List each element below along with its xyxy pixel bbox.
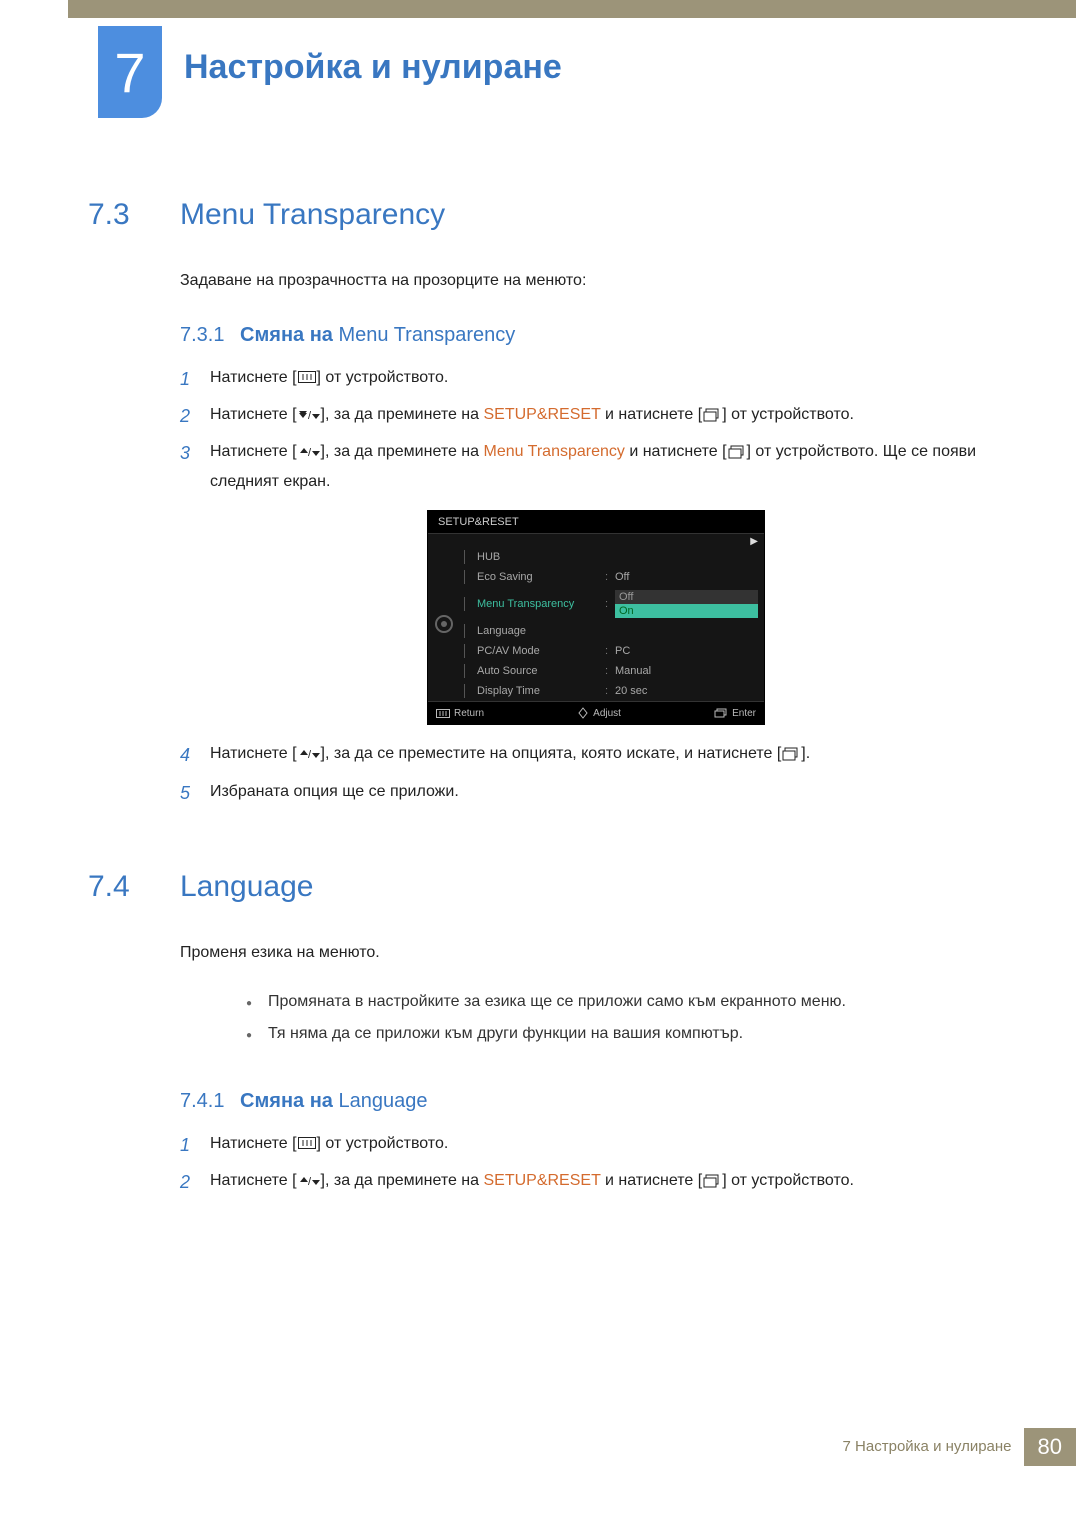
steps-7-4-1: 1 Натиснете [] от устройството. 2 Натисн… <box>180 1129 1012 1200</box>
step-text: Натиснете [/], за да преминете на SETUP&… <box>210 1166 854 1196</box>
enter-icon <box>703 408 721 422</box>
section-intro: Променя езика на менюто. <box>180 940 1012 966</box>
osd-row: PC/AV Mode:PC <box>460 641 758 661</box>
section-intro: Задаване на прозрачността на прозорците … <box>180 268 1012 294</box>
updown-icon: / <box>298 1175 320 1187</box>
menu-icon <box>298 1137 316 1149</box>
updown-icon: / <box>298 748 320 760</box>
chapter-title: Настройка и нулиране <box>184 48 562 87</box>
updown-icon: / <box>298 446 320 458</box>
note-item: ●Тя няма да се приложи към други функции… <box>246 1018 1012 1050</box>
section-title: Menu Transparency <box>180 198 445 232</box>
steps-7-3-1: 1 Натиснете [] от устройството. 2 Натисн… <box>180 363 1012 810</box>
menu-icon <box>298 371 316 383</box>
step-number: 2 <box>180 400 210 433</box>
subsection-reg: Menu Transparency <box>338 324 515 346</box>
step-2: 2 Натиснете [/], за да преминете на SETU… <box>180 1166 1012 1199</box>
osd-row: Eco Saving:Off <box>460 567 758 587</box>
osd-row: HUB <box>460 547 758 567</box>
step-4: 4 Натиснете [/], за да се преместите на … <box>180 739 1012 772</box>
page: 7 Настройка и нулиране 7.3 Menu Transpar… <box>0 26 1080 1466</box>
osd-row: Auto Source:Manual <box>460 661 758 681</box>
svg-text:/: / <box>308 447 312 458</box>
step-1: 1 Натиснете [] от устройството. <box>180 363 1012 396</box>
step-2: 2 Натиснете [/], за да преминете на SETU… <box>180 400 1012 433</box>
osd-row: Menu Transparency:OffOn <box>460 587 758 621</box>
section-title: Language <box>180 870 313 904</box>
svg-text:/: / <box>308 410 312 421</box>
osd-screenshot: SETUP&RESET ▶ HUBEco Saving:OffMenu Tran… <box>427 510 765 725</box>
subsection-number: 7.3.1 <box>180 324 224 346</box>
step-text: Натиснете [] от устройството. <box>210 1129 448 1159</box>
top-stripe <box>68 0 1076 18</box>
notes-list: ●Промяната в настройките за езика ще се … <box>246 986 1012 1050</box>
step-number: 5 <box>180 777 210 810</box>
subsection-number: 7.4.1 <box>180 1090 224 1112</box>
subsection-bold: Смяна на <box>240 1090 338 1112</box>
chapter-badge: 7 <box>98 26 162 118</box>
step-5: 5 Избраната опция ще се приложи. <box>180 777 1012 810</box>
section-7-3: 7.3 Menu Transparency <box>88 198 1012 232</box>
chapter-header: 7 Настройка и нулиране <box>88 26 1012 118</box>
step-text: Натиснете [/], за да се преместите на оп… <box>210 739 810 769</box>
footer-chapter: 7 Настройка и нулиране <box>831 1428 1024 1466</box>
osd-adjust: Adjust <box>577 707 621 719</box>
osd-scroll-arrow: ▶ <box>428 534 764 547</box>
svg-text:/: / <box>308 749 312 760</box>
footer-page-number: 80 <box>1024 1428 1076 1466</box>
step-number: 4 <box>180 739 210 772</box>
osd-footer: Return Adjust Enter <box>428 701 764 724</box>
section-number: 7.4 <box>88 870 180 904</box>
subsection-7-3-1: 7.3.1 Смяна на Menu Transparency <box>180 324 1012 347</box>
updown-icon: / <box>298 409 320 421</box>
osd-gear-icon <box>428 547 460 701</box>
step-text: Натиснете [/], за да преминете на Menu T… <box>210 437 1012 496</box>
osd-row: Display Time:20 sec <box>460 681 758 701</box>
step-number: 1 <box>180 1129 210 1162</box>
enter-icon <box>703 1174 721 1188</box>
enter-icon <box>728 445 746 459</box>
step-text: Натиснете [] от устройството. <box>210 363 448 393</box>
enter-icon <box>782 747 800 761</box>
subsection-reg: Language <box>338 1090 427 1112</box>
step-3: 3 Натиснете [/], за да преминете на Menu… <box>180 437 1012 496</box>
step-number: 2 <box>180 1166 210 1199</box>
step-text: Натиснете [/], за да преминете на SETUP&… <box>210 400 854 430</box>
step-1: 1 Натиснете [] от устройството. <box>180 1129 1012 1162</box>
note-item: ●Промяната в настройките за езика ще се … <box>246 986 1012 1018</box>
subsection-7-4-1: 7.4.1 Смяна на Language <box>180 1090 1012 1113</box>
subsection-bold: Смяна на <box>240 324 338 346</box>
page-footer: 7 Настройка и нулиране 80 <box>831 1428 1076 1466</box>
step-number: 3 <box>180 437 210 470</box>
osd-title: SETUP&RESET <box>428 511 764 534</box>
svg-text:/: / <box>308 1176 312 1187</box>
osd-return: Return <box>436 707 484 719</box>
step-text: Избраната опция ще се приложи. <box>210 777 459 807</box>
section-number: 7.3 <box>88 198 180 232</box>
osd-enter: Enter <box>714 707 756 719</box>
osd-row: Language <box>460 621 758 641</box>
step-number: 1 <box>180 363 210 396</box>
section-7-4: 7.4 Language <box>88 870 1012 904</box>
